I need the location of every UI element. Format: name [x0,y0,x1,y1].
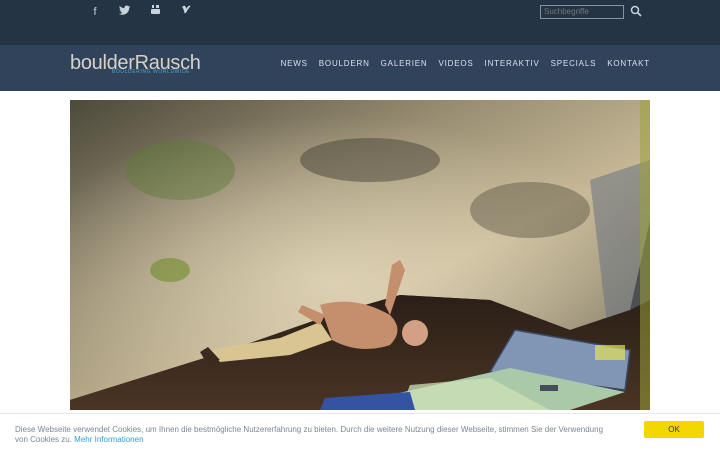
vimeo-icon[interactable] [170,4,200,20]
facebook-icon[interactable]: f [80,4,110,20]
search-icon[interactable] [630,4,644,18]
nav-item-specials[interactable]: SPECIALS [551,59,597,68]
nav-item-videos[interactable]: VIDEOS [439,59,474,68]
cookie-text: Diese Webseite verwendet Cookies, um Ihn… [15,425,615,445]
nav-item-kontakt[interactable]: KONTAKT [607,59,650,68]
cookie-banner: Diese Webseite verwendet Cookies, um Ihn… [0,413,720,451]
nav-item-galerien[interactable]: GALERIEN [381,59,428,68]
social-links: f [80,4,200,20]
cookie-info-link[interactable]: Mehr Informationen [74,435,143,444]
logo-subtitle: BOULDERING WORLDWIDE [112,69,191,75]
main-nav: NEWS BOULDERN GALERIEN VIDEOS INTERAKTIV… [281,59,650,68]
nav-item-bouldern[interactable]: BOULDERN [319,59,370,68]
cookie-ok-button[interactable]: OK [644,421,704,438]
hero-image [70,100,650,410]
nav-item-interaktiv[interactable]: INTERAKTIV [485,59,540,68]
search-input[interactable] [540,5,624,19]
nav-item-news[interactable]: NEWS [281,59,308,68]
twitter-icon[interactable] [110,4,140,20]
youtube-icon[interactable] [140,4,170,20]
